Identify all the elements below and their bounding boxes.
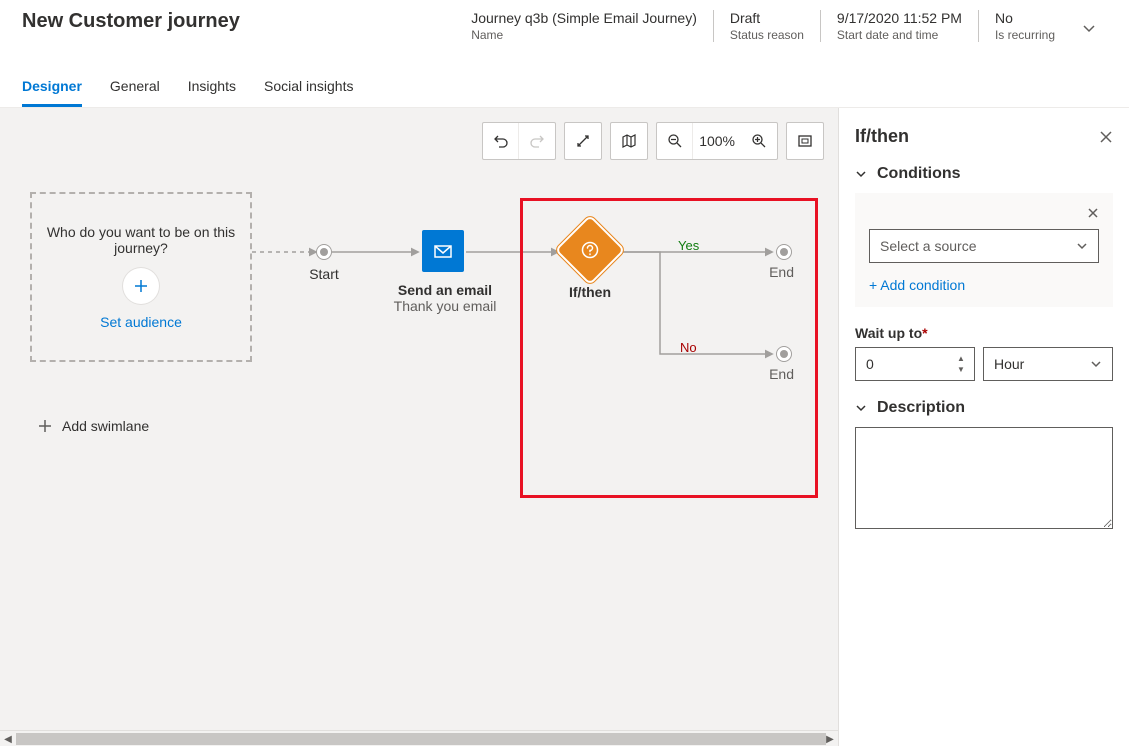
start-label: Start: [274, 266, 374, 282]
wait-value-input[interactable]: 0 ▲ ▼: [855, 347, 975, 381]
close-icon: [1099, 130, 1113, 144]
conditions-body: Select a source + Add condition: [855, 193, 1113, 307]
zoom-in-button[interactable]: [741, 123, 777, 159]
tab-insights[interactable]: Insights: [188, 70, 236, 107]
expand-icon: [575, 133, 591, 149]
description-toggle[interactable]: Description: [855, 399, 1113, 417]
zoom-out-icon: [667, 133, 683, 149]
header-field-status: Draft Status reason: [713, 10, 820, 42]
wait-step-up[interactable]: ▲: [954, 353, 968, 364]
send-email-tile[interactable]: [422, 230, 464, 272]
canvas-toolbar: 100%: [482, 122, 824, 160]
zoom-out-button[interactable]: [657, 123, 693, 159]
description-section: Description: [855, 399, 1113, 532]
fit-to-screen-button[interactable]: [787, 123, 823, 159]
wait-label: Wait up to*: [855, 325, 1113, 341]
fit-to-screen-icon: [797, 133, 813, 149]
audience-placeholder[interactable]: Who do you want to be on this journey? S…: [30, 192, 252, 362]
page-title: New Customer journey: [22, 10, 455, 33]
add-swimlane-button[interactable]: Add swimlane: [38, 418, 149, 434]
plus-icon: [133, 278, 149, 294]
designer-canvas[interactable]: 100% Start Who: [0, 108, 838, 746]
description-textarea[interactable]: [855, 427, 1113, 529]
start-node[interactable]: [316, 244, 332, 260]
chevron-down-icon: [1090, 358, 1102, 370]
add-swimlane-label: Add swimlane: [62, 418, 149, 434]
redo-button[interactable]: [519, 123, 555, 159]
tab-general[interactable]: General: [110, 70, 160, 107]
properties-title: If/then: [855, 126, 909, 147]
chevron-down-icon: [1076, 240, 1088, 252]
close-panel-button[interactable]: [1099, 130, 1113, 144]
conditions-section: Conditions Select a source + Add conditi…: [855, 165, 1113, 307]
map-icon: [621, 133, 637, 149]
wait-section: Wait up to* 0 ▲ ▼ Hour: [855, 325, 1113, 381]
add-audience-button[interactable]: [123, 268, 159, 304]
expand-button[interactable]: [565, 123, 601, 159]
remove-condition-button[interactable]: [1087, 207, 1099, 219]
tab-social-insights[interactable]: Social insights: [264, 70, 354, 107]
send-email-label: Send an email Thank you email: [370, 282, 520, 314]
minimap-button[interactable]: [611, 123, 647, 159]
header-summary-fields: Journey q3b (Simple Email Journey) Name …: [455, 10, 1071, 42]
audience-question: Who do you want to be on this journey?: [42, 224, 240, 256]
chevron-down-icon: [855, 168, 867, 180]
zoom-in-icon: [751, 133, 767, 149]
set-audience-link[interactable]: Set audience: [100, 314, 182, 330]
chevron-down-icon: [1082, 21, 1096, 35]
scroll-thumb[interactable]: [16, 733, 826, 745]
zoom-level-label: 100%: [693, 123, 741, 159]
header-field-startdate: 9/17/2020 11:52 PM Start date and time: [820, 10, 978, 42]
header-expand-toggle[interactable]: [1071, 10, 1107, 46]
add-condition-link[interactable]: + Add condition: [869, 277, 1099, 293]
scroll-right-button[interactable]: ▶: [822, 731, 838, 746]
selection-highlight: [520, 198, 818, 498]
select-source-dropdown[interactable]: Select a source: [869, 229, 1099, 263]
properties-panel: If/then Conditions Select a source: [838, 108, 1129, 746]
redo-icon: [529, 133, 545, 149]
wait-unit-value: Hour: [994, 356, 1024, 372]
conditions-toggle[interactable]: Conditions: [855, 165, 1113, 183]
undo-icon: [493, 133, 509, 149]
tab-designer[interactable]: Designer: [22, 70, 82, 107]
undo-button[interactable]: [483, 123, 519, 159]
wait-unit-dropdown[interactable]: Hour: [983, 347, 1113, 381]
horizontal-scrollbar[interactable]: ◀ ▶: [0, 730, 838, 746]
header-field-recurring: No Is recurring: [978, 10, 1071, 42]
page-header: New Customer journey Journey q3b (Simple…: [0, 0, 1129, 60]
main-tabs: Designer General Insights Social insight…: [0, 60, 1129, 108]
select-source-placeholder: Select a source: [880, 238, 977, 254]
chevron-down-icon: [855, 402, 867, 414]
header-field-name: Journey q3b (Simple Email Journey) Name: [455, 10, 713, 42]
close-icon: [1087, 207, 1099, 219]
scroll-left-button[interactable]: ◀: [0, 731, 16, 746]
wait-step-down[interactable]: ▼: [954, 364, 968, 375]
wait-value: 0: [866, 356, 874, 372]
main-content: 100% Start Who: [0, 108, 1129, 746]
email-icon: [433, 241, 453, 261]
plus-icon: [38, 419, 52, 433]
